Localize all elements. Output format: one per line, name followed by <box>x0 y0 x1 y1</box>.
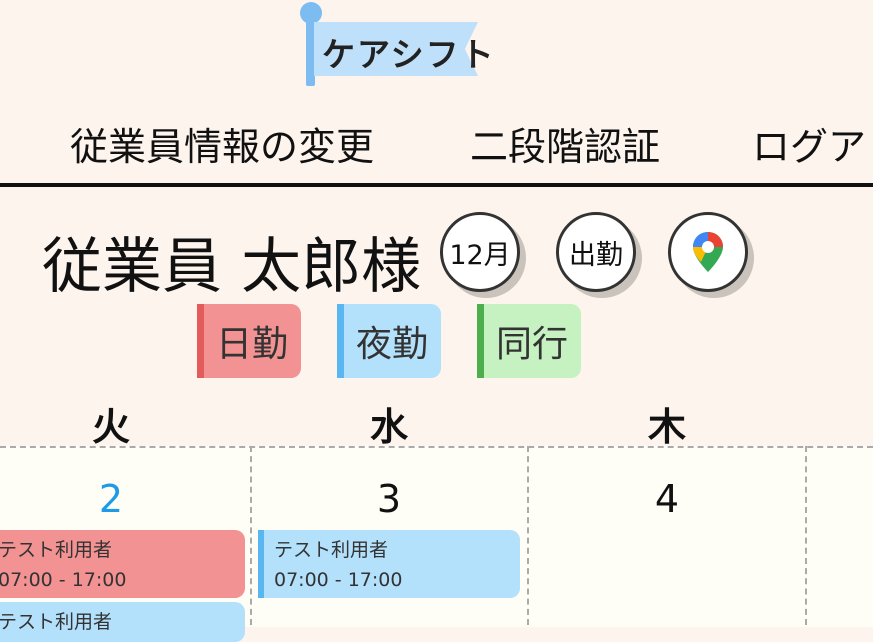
logo-flag-pole <box>306 12 315 86</box>
logo-text: ケアシフト <box>322 35 496 74</box>
shift-card-night[interactable]: テスト利用者 <box>0 602 245 642</box>
legend-accompany-label: 同行 <box>496 324 569 365</box>
map-pin-icon <box>693 232 723 272</box>
date-2[interactable]: 2 <box>81 477 141 521</box>
shift-client-name: テスト利用者 <box>274 539 389 561</box>
shift-client-name: テスト利用者 <box>0 611 113 633</box>
date-3[interactable]: 3 <box>359 477 419 521</box>
attend-button[interactable]: 出勤 <box>556 212 636 292</box>
nav-employee-info[interactable]: 従業員情報の変更 <box>70 116 374 171</box>
shift-card-night[interactable]: テスト利用者 07:00 - 17:00 <box>258 530 520 598</box>
date-4[interactable]: 4 <box>637 477 697 521</box>
user-name: 従業員 太郎様 <box>42 232 422 302</box>
month-button[interactable]: 12月 <box>440 212 520 292</box>
shift-time: 07:00 - 17:00 <box>0 569 127 591</box>
weekday-thu: 木 <box>647 405 686 449</box>
nav-two-factor[interactable]: 二段階認証 <box>470 116 660 171</box>
nav-logout[interactable]: ログア <box>752 116 866 171</box>
main-nav: 従業員情報の変更 二段階認証 ログア <box>0 110 873 170</box>
legend-accompany: 同行 <box>477 304 581 378</box>
shift-card-day[interactable]: テスト利用者 07:00 - 17:00 <box>0 530 245 598</box>
weekday-tue: 火 <box>91 405 130 449</box>
calendar-column-divider <box>527 446 529 625</box>
shift-client-name: テスト利用者 <box>0 539 113 561</box>
nav-divider <box>0 183 873 187</box>
shift-time: 07:00 - 17:00 <box>274 569 403 591</box>
legend-day-shift: 日勤 <box>197 304 301 378</box>
legend-day-shift-label: 日勤 <box>216 324 289 365</box>
calendar-column-divider <box>805 446 807 625</box>
map-button[interactable] <box>668 212 748 292</box>
legend-night-shift-label: 夜勤 <box>356 324 429 365</box>
calendar-column-divider <box>250 446 252 625</box>
weekday-wed: 水 <box>369 405 408 449</box>
legend-night-shift: 夜勤 <box>337 304 441 378</box>
